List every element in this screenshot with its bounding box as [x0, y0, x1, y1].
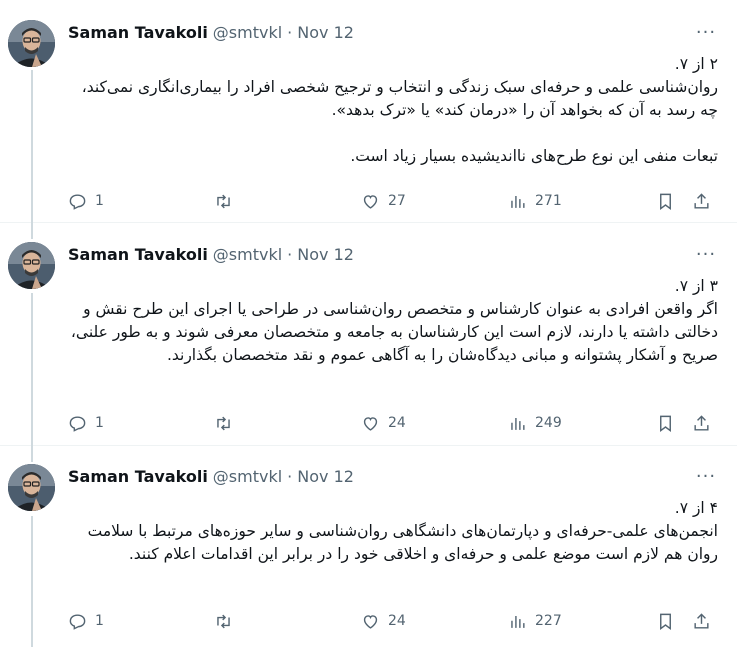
avatar-image [8, 242, 55, 289]
thread-line [31, 221, 33, 239]
avatar[interactable] [8, 20, 55, 67]
retweet-button[interactable] [214, 410, 241, 436]
tweet-date[interactable]: Nov 12 [297, 467, 354, 486]
tweet-actions: 1 24 249 [68, 410, 718, 436]
views-button[interactable]: 227 [508, 608, 562, 634]
views-icon [511, 195, 525, 208]
tweet-header: Saman Tavakoli @smtvkl · Nov 12 [68, 242, 354, 266]
more-options-button[interactable]: ··· [693, 22, 719, 43]
tweet-text: ۲ از ۷. روان‌شناسی علمی و حرفه‌ای سبک زن… [68, 53, 718, 168]
like-count: 24 [388, 613, 406, 629]
share-button[interactable] [692, 608, 711, 634]
author-name[interactable]: Saman Tavakoli [68, 245, 208, 264]
separator-dot: · [287, 466, 293, 486]
avatar[interactable] [8, 464, 55, 511]
avatar-image [8, 464, 55, 511]
views-count: 227 [535, 613, 562, 629]
reply-button[interactable]: 1 [68, 608, 104, 634]
reply-icon [69, 415, 86, 432]
more-options-button[interactable]: ··· [693, 466, 719, 487]
tweet-paragraph: ۲ از ۷. روان‌شناسی علمی و حرفه‌ای سبک زن… [81, 55, 718, 119]
like-button[interactable]: 24 [361, 410, 406, 436]
bookmark-button[interactable] [656, 188, 675, 214]
tweet[interactable]: Saman Tavakoli @smtvkl · Nov 12 ··· ۳ از… [0, 221, 737, 445]
views-count: 271 [535, 193, 562, 209]
bookmark-button[interactable] [656, 410, 675, 436]
reply-count: 1 [95, 193, 104, 209]
author-handle[interactable]: @smtvkl [213, 467, 282, 486]
heart-icon [363, 614, 378, 629]
retweet-button[interactable] [214, 608, 241, 634]
views-button[interactable]: 271 [508, 188, 562, 214]
author-name[interactable]: Saman Tavakoli [68, 467, 208, 486]
share-icon [694, 612, 709, 629]
tweet-text: ۴ از ۷. انجمن‌های علمی-حرفه‌ای و دپارتما… [68, 497, 718, 566]
retweet-icon [217, 614, 230, 628]
tweet[interactable]: Saman Tavakoli @smtvkl · Nov 12 ··· ۴ از… [0, 444, 737, 647]
reply-icon [69, 193, 86, 210]
bookmark-icon [660, 193, 671, 210]
tweet-actions: 1 27 271 [68, 188, 718, 214]
author-name[interactable]: Saman Tavakoli [68, 23, 208, 42]
thread-line [31, 516, 33, 647]
retweet-icon [217, 194, 230, 208]
tweet-paragraph: تبعات منفی این نوع طرح‌های نااندیشیده بس… [350, 147, 718, 165]
tweet-actions: 1 24 227 [68, 608, 718, 634]
bookmark-icon [660, 415, 671, 432]
author-handle[interactable]: @smtvkl [213, 245, 282, 264]
share-button[interactable] [692, 188, 711, 214]
tweet-paragraph: ۳ از ۷. اگر واقعن افرادی به عنوان کارشنا… [70, 277, 718, 364]
heart-icon [363, 194, 378, 209]
reply-count: 1 [95, 415, 104, 431]
share-icon [694, 192, 709, 209]
views-icon [511, 615, 525, 628]
like-count: 27 [388, 193, 406, 209]
bookmark-icon [660, 613, 671, 630]
tweet-paragraph: ۴ از ۷. انجمن‌های علمی-حرفه‌ای و دپارتما… [87, 499, 718, 563]
like-button[interactable]: 24 [361, 608, 406, 634]
tweet-text: ۳ از ۷. اگر واقعن افرادی به عنوان کارشنا… [68, 275, 718, 367]
avatar-image [8, 20, 55, 67]
reply-button[interactable]: 1 [68, 410, 104, 436]
tweet-date[interactable]: Nov 12 [297, 245, 354, 264]
thread-line [31, 444, 33, 462]
views-count: 249 [535, 415, 562, 431]
views-button[interactable]: 249 [508, 410, 562, 436]
retweet-button[interactable] [214, 188, 241, 214]
thread-line [31, 293, 33, 445]
heart-icon [363, 416, 378, 431]
share-button[interactable] [692, 410, 711, 436]
share-icon [694, 414, 709, 431]
tweet-header: Saman Tavakoli @smtvkl · Nov 12 [68, 20, 354, 44]
reply-button[interactable]: 1 [68, 188, 104, 214]
like-count: 24 [388, 415, 406, 431]
author-handle[interactable]: @smtvkl [213, 23, 282, 42]
views-icon [511, 417, 525, 430]
separator-dot: · [287, 244, 293, 264]
bookmark-button[interactable] [656, 608, 675, 634]
thread-line [31, 70, 33, 222]
reply-count: 1 [95, 613, 104, 629]
like-button[interactable]: 27 [361, 188, 406, 214]
tweet-date[interactable]: Nov 12 [297, 23, 354, 42]
retweet-icon [217, 416, 230, 430]
tweet-header: Saman Tavakoli @smtvkl · Nov 12 [68, 464, 354, 488]
separator-dot: · [287, 22, 293, 42]
tweet[interactable]: Saman Tavakoli @smtvkl · Nov 12 ··· ۲ از… [0, 0, 737, 222]
reply-icon [69, 613, 86, 630]
avatar[interactable] [8, 242, 55, 289]
more-options-button[interactable]: ··· [693, 244, 719, 265]
